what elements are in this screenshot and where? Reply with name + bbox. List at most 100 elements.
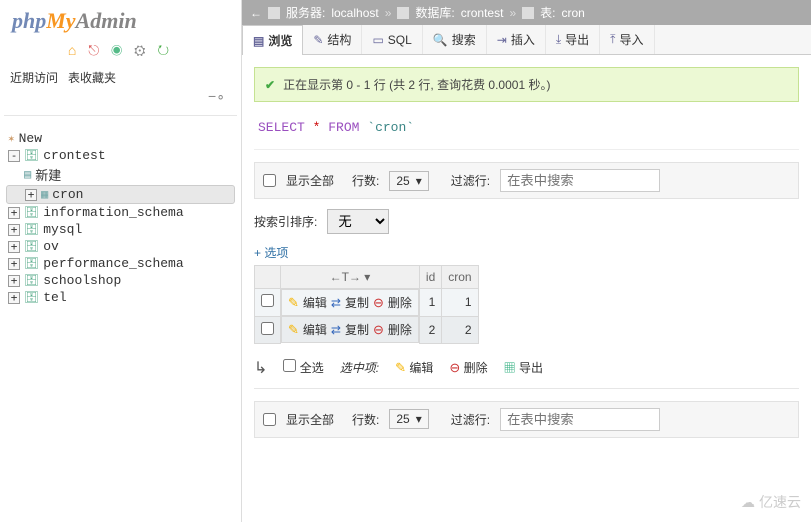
table-row: ✎编辑 ⇄复制 ⊖删除 2 2 — [255, 316, 479, 343]
order-select[interactable]: 无 — [327, 209, 389, 234]
select-all-checkbox[interactable] — [283, 359, 296, 372]
export-icon: ⤓ — [556, 32, 561, 47]
insert-icon: ⇥ — [497, 33, 507, 47]
copy-icon: ⇄ — [331, 323, 341, 337]
success-message: ✔ 正在显示第 0 - 1 行 (共 2 行, 查询花费 0.0001 秒。) — [254, 67, 799, 102]
tree-db-ov[interactable]: +🗄ov — [6, 238, 235, 255]
tree-db-performance_schema[interactable]: +🗄performance_schema — [6, 255, 235, 272]
database-icon: 🗄 — [24, 256, 39, 271]
tree-db-information_schema[interactable]: +🗄information_schema — [6, 204, 235, 221]
filter-input[interactable] — [500, 169, 660, 192]
bulk-export[interactable]: 导出 — [519, 361, 543, 375]
selected-label: 选中项: — [340, 359, 379, 376]
expand-icon[interactable]: + — [8, 275, 20, 287]
copy-link[interactable]: 复制 — [345, 294, 369, 311]
filter-input[interactable] — [500, 408, 660, 431]
expand-icon[interactable]: + — [8, 241, 20, 253]
browse-icon: ▤ — [253, 34, 264, 48]
cloud-icon: ☁ — [741, 494, 755, 511]
show-all-checkbox[interactable] — [263, 413, 276, 426]
breadcrumb-server[interactable]: localhost — [331, 6, 378, 20]
bulk-action-bar: ↳ 全选 选中项: ✎ 编辑 ⊖ 删除 ▦ 导出 — [254, 352, 799, 389]
tree-table-cron[interactable]: +▦cron — [6, 185, 235, 204]
nav-left-icon[interactable]: ← — [250, 6, 262, 20]
tree-new[interactable]: ✶New — [6, 130, 235, 147]
help-icon[interactable]: ◉ — [111, 42, 126, 58]
delete-link[interactable]: 删除 — [388, 321, 412, 338]
tab-export[interactable]: ⤓导出 — [546, 25, 600, 54]
order-bar: 按索引排序: 无 — [254, 209, 799, 234]
tab-search[interactable]: 🔍搜索 — [423, 25, 487, 54]
breadcrumb-db[interactable]: crontest — [461, 6, 504, 20]
reload-icon[interactable]: ↻ — [157, 42, 173, 58]
cell-cron: 1 — [442, 289, 478, 317]
filter-bar-top: 显示全部 行数: 25▾ 过滤行: — [254, 162, 799, 199]
collapse-icon[interactable]: −∘ — [4, 88, 237, 105]
copy-link[interactable]: 复制 — [345, 321, 369, 338]
edit-link[interactable]: 编辑 — [303, 294, 327, 311]
show-all-label: 显示全部 — [286, 411, 334, 428]
breadcrumb-tbl[interactable]: cron — [561, 6, 584, 20]
edit-icon: ✎ — [288, 322, 299, 338]
new-table-icon: ▤ — [24, 167, 31, 182]
expand-icon[interactable]: + — [8, 258, 20, 270]
row-actions: ✎编辑 ⇄复制 ⊖删除 — [281, 289, 419, 316]
tab-sql[interactable]: ▭SQL — [362, 25, 422, 54]
bulk-delete[interactable]: 删除 — [464, 361, 488, 375]
content: ✔ 正在显示第 0 - 1 行 (共 2 行, 查询花费 0.0001 秒。) … — [242, 55, 811, 522]
col-cron[interactable]: cron — [442, 266, 478, 289]
collapse-icon[interactable]: - — [8, 150, 20, 162]
fav-label[interactable]: 表收藏夹 — [68, 69, 116, 86]
main: ← 服务器: localhost » 数据库: crontest » 表: cr… — [242, 0, 811, 522]
table-icon — [522, 7, 534, 19]
expand-icon[interactable]: + — [8, 207, 20, 219]
new-icon: ✶ — [8, 132, 15, 146]
show-all-checkbox[interactable] — [263, 174, 276, 187]
sidebar: phpMyAdmin ⌂ ⎋ ◉ ⚙ ↻ 近期访问 表收藏夹 −∘ ✶New -… — [0, 0, 242, 522]
home-icon[interactable]: ⌂ — [68, 42, 80, 58]
breadcrumb-server-label: 服务器: — [286, 4, 325, 21]
arrow-up-icon: ↳ — [254, 358, 267, 378]
tree-db-crontest[interactable]: -🗄crontest — [6, 147, 235, 164]
filter-label: 过滤行: — [451, 172, 490, 189]
exit-icon[interactable]: ⎋ — [88, 42, 103, 58]
delete-link[interactable]: 删除 — [388, 294, 412, 311]
tree-db-mysql[interactable]: +🗄mysql — [6, 221, 235, 238]
tab-insert[interactable]: ⇥插入 — [487, 25, 546, 54]
tab-import[interactable]: ⤒导入 — [600, 25, 654, 54]
expand-icon[interactable]: + — [8, 224, 20, 236]
options-toggle[interactable]: + 选项 — [254, 244, 799, 261]
tab-browse[interactable]: ▤浏览 — [242, 25, 303, 55]
order-label: 按索引排序: — [254, 213, 317, 230]
data-table: ←T→ ▾ id cron ✎编辑 ⇄复制 ⊖删除 1 1 — [254, 265, 479, 344]
rows-select[interactable]: 25▾ — [389, 171, 428, 191]
tree-db-schoolshop[interactable]: +🗄schoolshop — [6, 272, 235, 289]
row-checkbox[interactable] — [261, 322, 274, 335]
col-id[interactable]: id — [419, 266, 441, 289]
watermark: ☁亿速云 — [741, 492, 801, 512]
settings-icon[interactable]: ⚙ — [134, 42, 149, 58]
database-icon: 🗄 — [24, 222, 39, 237]
edit-icon: ✎ — [395, 360, 406, 375]
tab-structure[interactable]: ✎结构 — [303, 25, 362, 54]
tree-new-table[interactable]: ▤新建 — [6, 164, 235, 185]
select-all-label[interactable]: 全选 — [300, 361, 324, 375]
search-icon: 🔍 — [433, 33, 448, 47]
col-actions[interactable]: ←T→ ▾ — [281, 266, 420, 289]
copy-icon: ⇄ — [331, 296, 341, 310]
expand-icon[interactable]: + — [25, 189, 37, 201]
edit-icon: ✎ — [288, 295, 299, 311]
rows-select[interactable]: 25▾ — [389, 409, 428, 429]
recent-label[interactable]: 近期访问 — [10, 69, 58, 86]
rows-label: 行数: — [352, 411, 379, 428]
edit-link[interactable]: 编辑 — [303, 321, 327, 338]
database-icon: 🗄 — [24, 273, 39, 288]
row-checkbox[interactable] — [261, 294, 274, 307]
expand-icon[interactable]: + — [8, 292, 20, 304]
database-icon — [397, 7, 409, 19]
tree-db-tel[interactable]: +🗄tel — [6, 289, 235, 306]
logo[interactable]: phpMyAdmin — [12, 8, 172, 38]
cell-id: 2 — [419, 316, 441, 343]
bulk-edit[interactable]: 编辑 — [409, 361, 433, 375]
database-icon: 🗄 — [24, 290, 39, 305]
